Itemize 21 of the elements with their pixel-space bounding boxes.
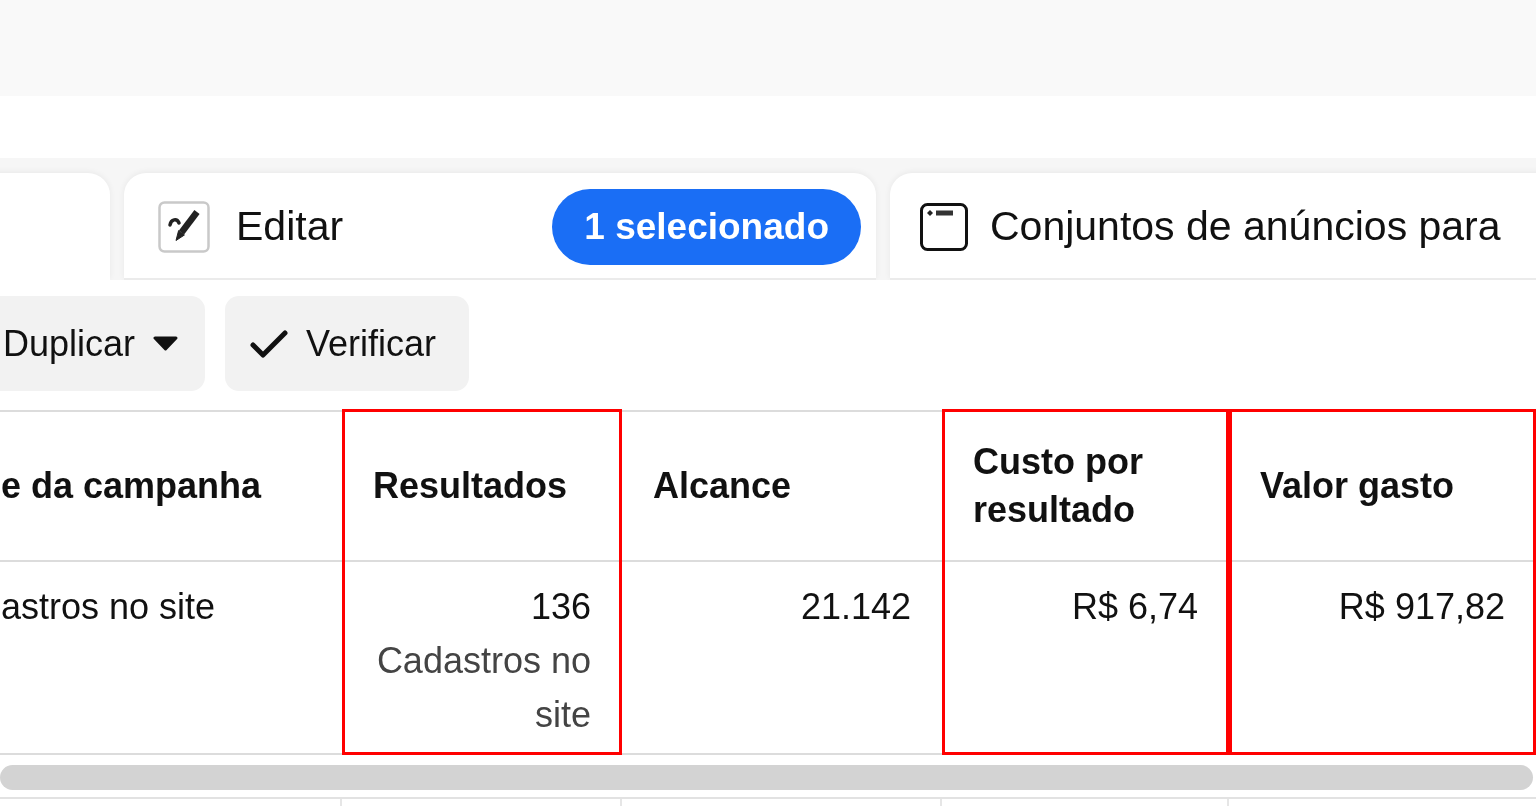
metric-value: R$ 6,74 (1071, 585, 1198, 629)
metric-value: 136 (530, 585, 591, 629)
column-header: Custo por resultado (942, 412, 1229, 562)
result-type-label: Cadastros no site (375, 639, 591, 737)
campaign-name: astros no site (1, 585, 216, 629)
selection-badge: 1 selecionado (552, 188, 861, 265)
metric-value: R$ 917,82 (1338, 585, 1505, 629)
check-icon (250, 329, 289, 358)
column-header: e da campanha (0, 412, 342, 562)
column-header: Resultados (342, 412, 622, 562)
pencil-square-icon (158, 200, 210, 253)
verify-button[interactable]: Verificar (225, 296, 470, 391)
dropdown-button[interactable]: Duplicar (0, 296, 206, 391)
caret-icon (153, 336, 179, 351)
window-icon (920, 202, 968, 251)
metric-value: 21.142 (800, 585, 911, 629)
column-header: Alcance (622, 412, 942, 562)
horizontal-scrollbar[interactable] (0, 765, 1533, 790)
tab[interactable]: Editar 1 selecionado (124, 173, 876, 280)
column-header: Valor gasto (1229, 412, 1536, 562)
tab[interactable]: Conjuntos de anúncios para (890, 173, 1536, 280)
